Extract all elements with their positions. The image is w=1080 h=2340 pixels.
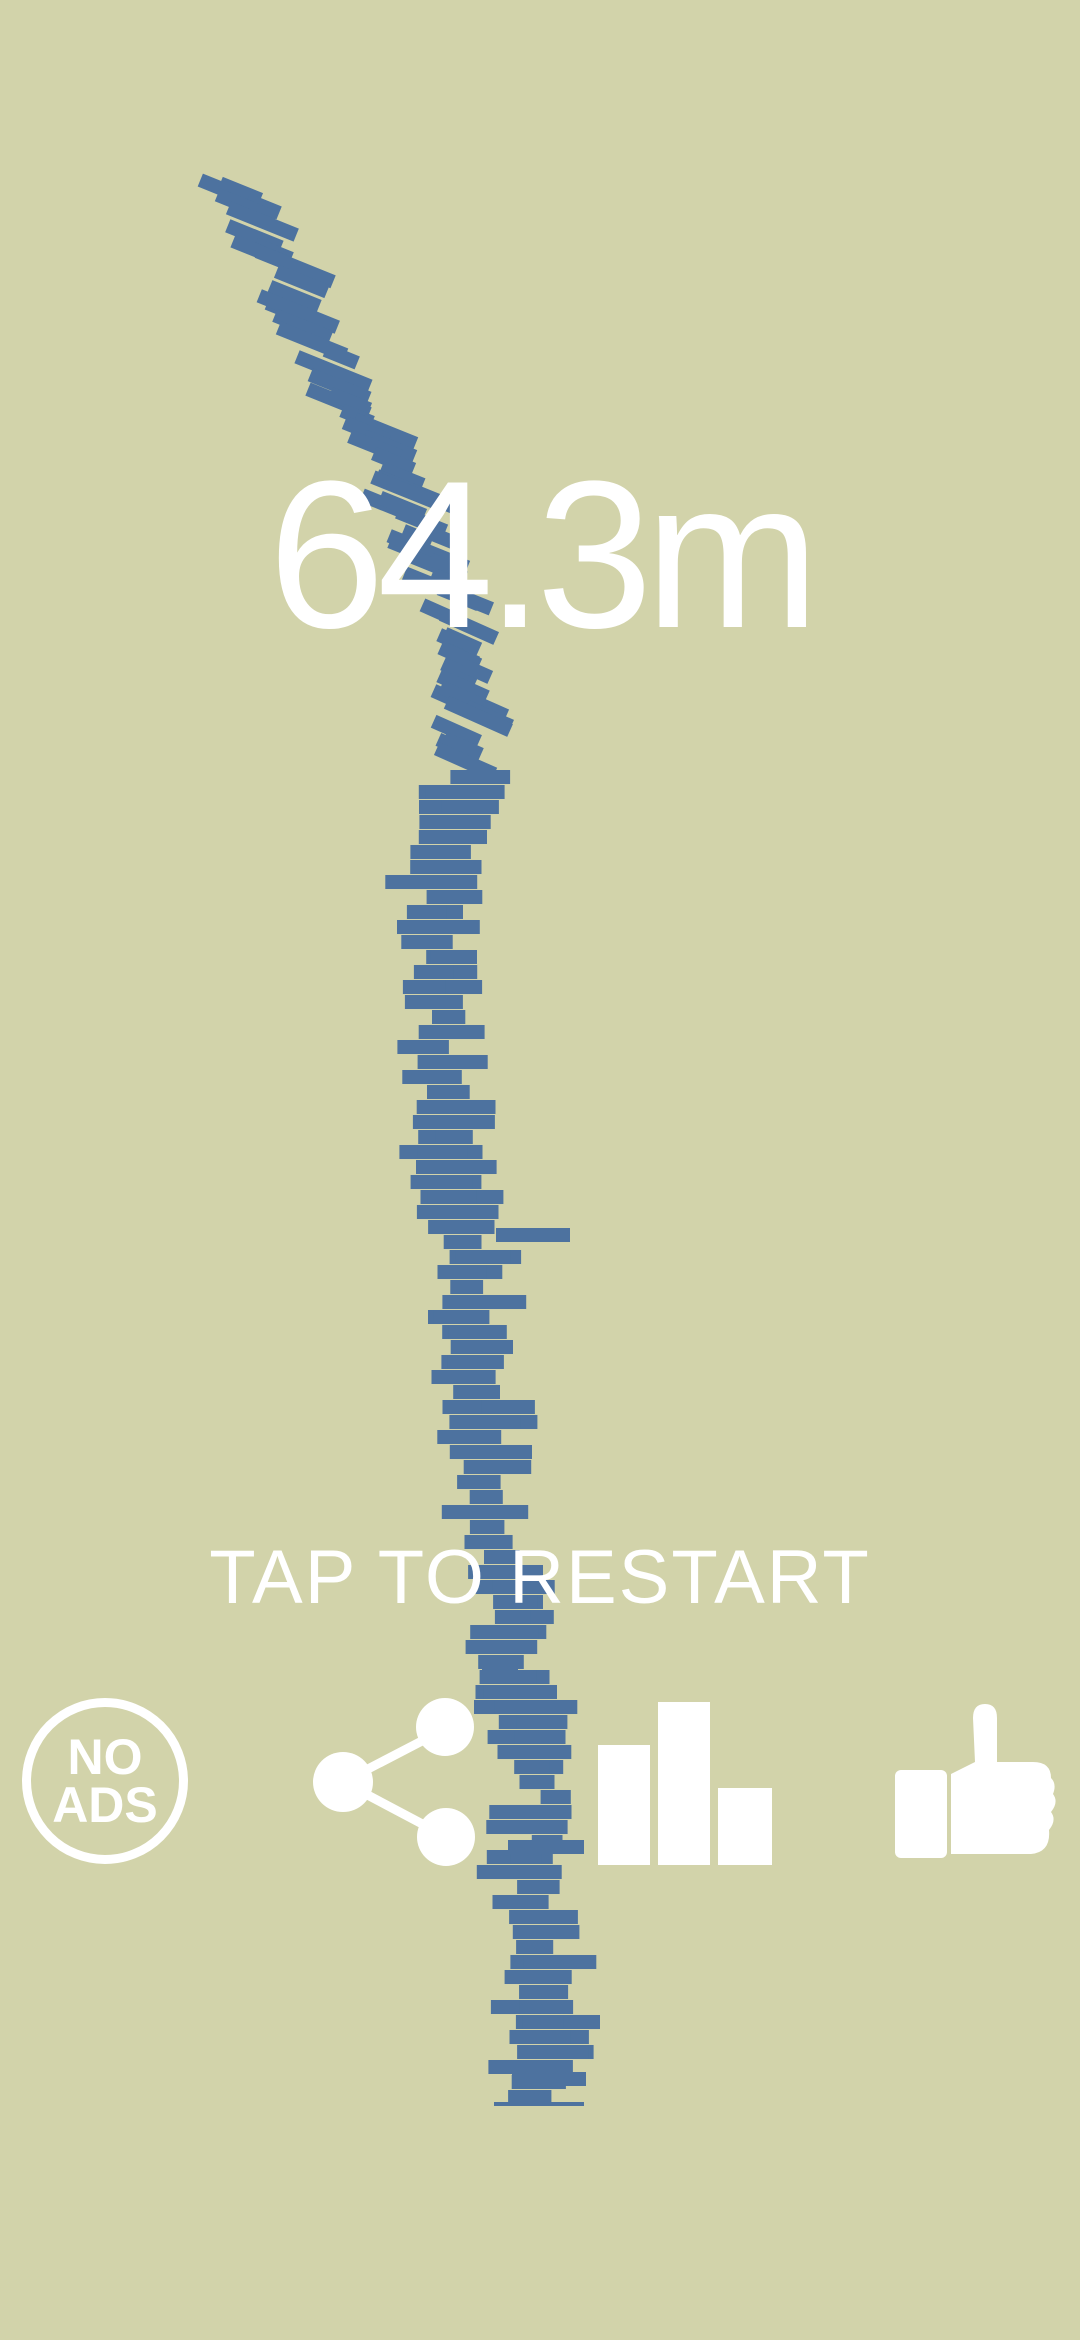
tower-block — [412, 1115, 495, 1129]
tower-block — [476, 1865, 562, 1879]
tower-block — [428, 1220, 492, 1234]
tower-block — [522, 2015, 564, 2029]
tower-block — [519, 2000, 567, 2014]
tower-block — [397, 1040, 449, 1054]
tower-block — [416, 1100, 496, 1114]
share-button[interactable] — [308, 1694, 483, 1869]
tower-block — [427, 1085, 470, 1099]
tower-block — [441, 1505, 524, 1519]
no-ads-button[interactable]: NO ADS — [22, 1698, 188, 1864]
tower-block — [431, 1370, 496, 1384]
tower-block — [450, 1280, 484, 1294]
tower-block — [410, 845, 471, 859]
tower-block — [437, 1430, 502, 1444]
tower-block — [516, 1715, 568, 1729]
tower-block — [514, 1760, 550, 1774]
tower-block — [441, 800, 497, 814]
tower-block — [489, 1805, 572, 1819]
tower-block — [422, 815, 491, 829]
tower-block — [488, 2060, 573, 2074]
tower-block — [486, 1820, 563, 1834]
tower-block — [517, 2045, 589, 2059]
tower-block — [401, 935, 453, 949]
tower-block — [509, 1910, 578, 1924]
tower-block — [478, 1655, 524, 1669]
share-icon — [313, 1698, 475, 1866]
tower-block — [519, 1775, 555, 1789]
tower-block — [413, 965, 454, 979]
tower-block — [496, 1228, 570, 1242]
tower-block — [482, 1668, 518, 1682]
thumbs-up-icon — [895, 1704, 1056, 1858]
tower-block — [427, 1190, 477, 1204]
tower-block — [455, 1250, 511, 1264]
tower-block — [432, 1010, 466, 1024]
tower-block — [425, 785, 505, 799]
score-display: 64.3m — [268, 437, 820, 672]
tower-block — [492, 1895, 549, 1909]
tower-block — [443, 1235, 482, 1249]
tower-block — [442, 1400, 482, 1414]
tower-block — [418, 830, 484, 844]
tower-block — [410, 980, 446, 994]
tower-block — [508, 2090, 552, 2104]
tower-block — [435, 1130, 473, 1144]
tower-block — [426, 890, 483, 904]
tower-block — [437, 1265, 487, 1279]
tower-block — [450, 770, 511, 784]
block-tower — [197, 173, 600, 2106]
like-button[interactable] — [893, 1700, 1058, 1865]
tower-block — [433, 1310, 490, 1324]
tower-block — [483, 1685, 557, 1699]
tower-block — [406, 905, 447, 919]
tower-block — [469, 1490, 503, 1504]
tower-block — [512, 1925, 580, 1939]
tower-block — [504, 1970, 572, 1984]
tower-block — [465, 1640, 538, 1654]
tower-block — [516, 1940, 554, 1954]
tower-block — [509, 2030, 571, 2044]
tower-block — [514, 1730, 566, 1744]
tower-block — [397, 920, 480, 934]
tower-block — [442, 1295, 527, 1309]
tower-block — [430, 950, 477, 964]
tower-block — [497, 1745, 572, 1759]
tower-block — [417, 1055, 488, 1069]
tower-block — [447, 1355, 504, 1369]
tower-block — [523, 1955, 597, 1969]
tower-block — [512, 2072, 586, 2086]
tower-block — [402, 1070, 462, 1084]
tower-block — [385, 875, 455, 889]
leaderboard-icon — [598, 1702, 772, 1865]
no-ads-line2: ADS — [52, 1777, 158, 1833]
leaderboard-button[interactable] — [596, 1700, 774, 1865]
tower-block — [457, 1475, 501, 1489]
tower-block — [453, 1385, 500, 1399]
tap-to-restart-label[interactable]: TAP TO RESTART — [0, 1540, 1080, 1616]
tower-block — [463, 1460, 532, 1474]
tower-block — [449, 1415, 521, 1429]
tower-block — [448, 1325, 507, 1339]
tower-block — [404, 995, 463, 1009]
tower-block — [469, 1520, 505, 1534]
tower-block — [410, 1175, 473, 1189]
tower-block — [447, 1205, 499, 1219]
tower-block — [418, 1025, 455, 1039]
tower-block — [494, 1700, 578, 1714]
tower-block — [517, 1880, 560, 1894]
tower-block — [450, 1340, 513, 1354]
tower-block — [449, 1445, 532, 1459]
tower-block — [508, 1840, 584, 1854]
no-ads-line1: NO — [67, 1729, 143, 1785]
tower-block — [519, 1985, 563, 1999]
tower-base — [494, 2102, 584, 2106]
tower-block — [417, 1145, 468, 1159]
tower-block — [540, 1790, 571, 1804]
tower-block — [470, 1625, 539, 1639]
tower-block — [416, 1160, 497, 1174]
tower-block — [410, 860, 482, 874]
